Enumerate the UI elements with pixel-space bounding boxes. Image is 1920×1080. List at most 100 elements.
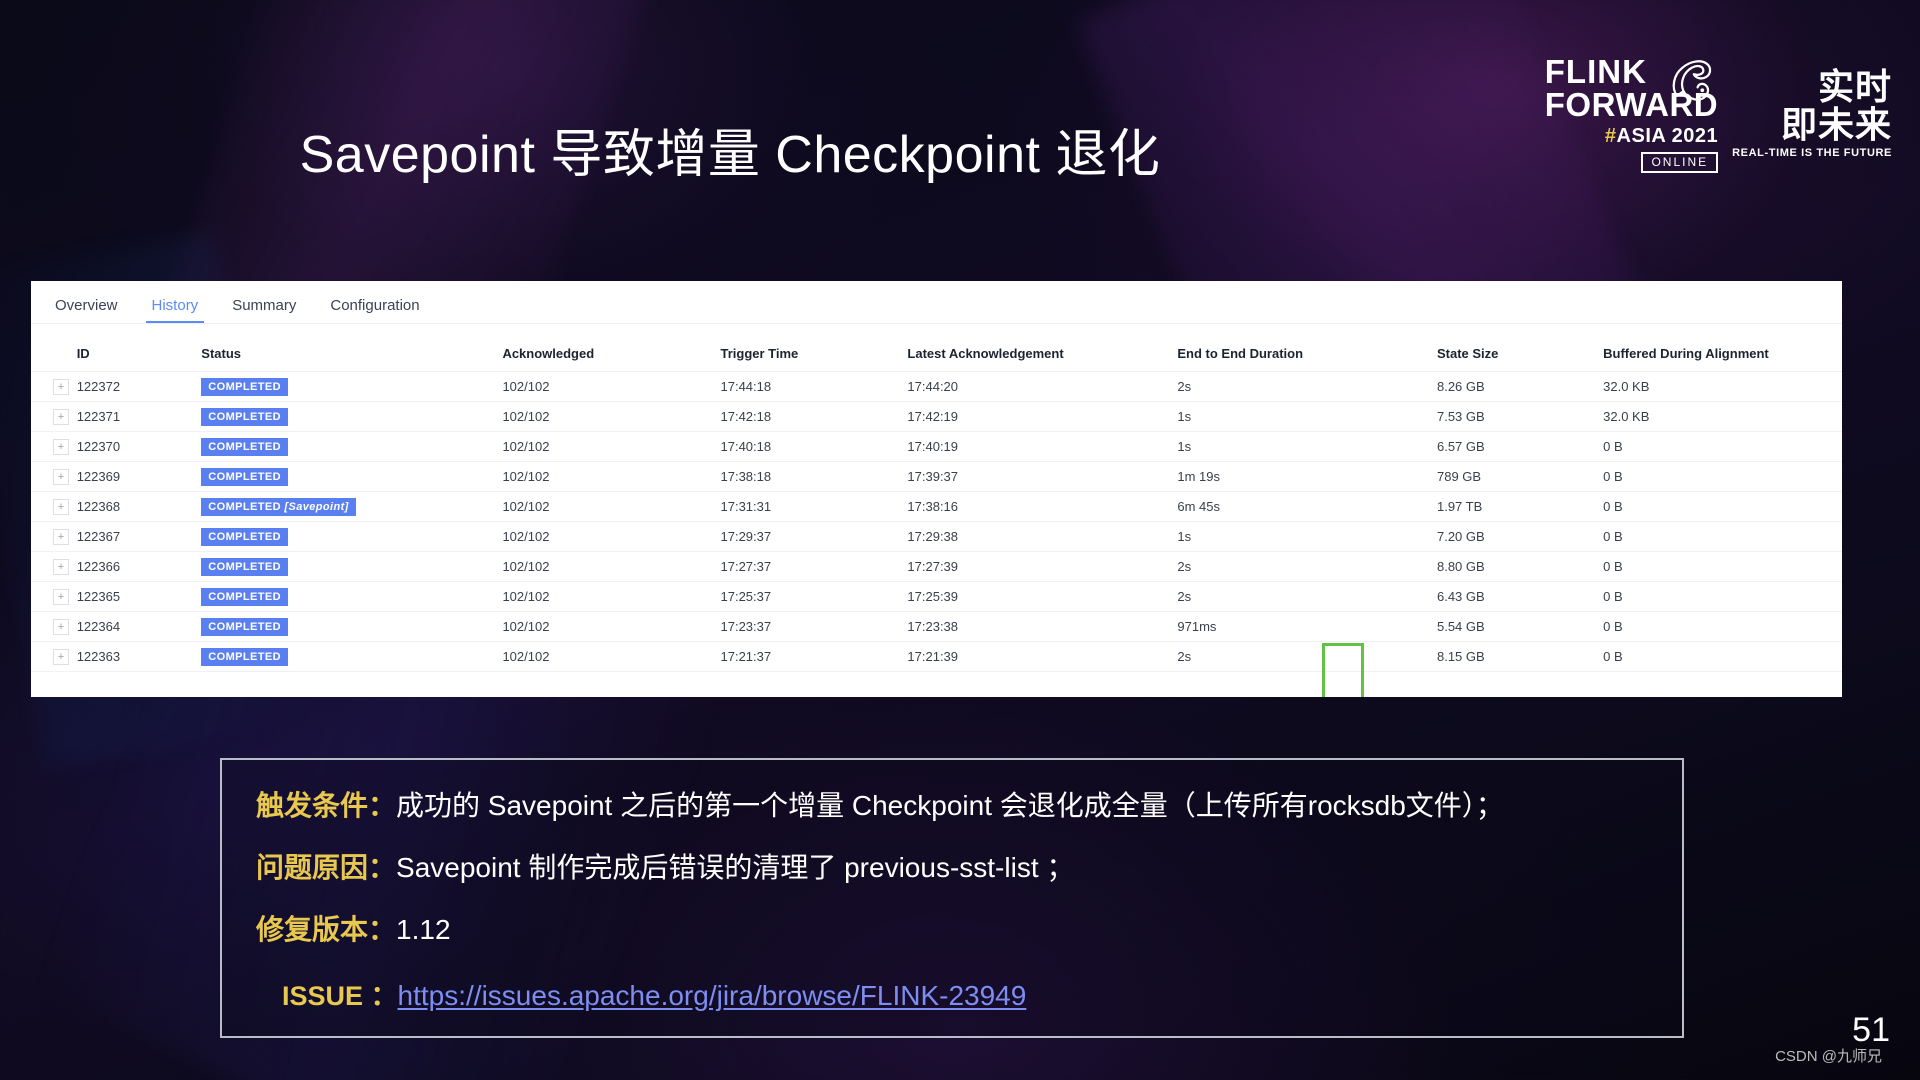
row-expand-button[interactable]: +	[31, 401, 77, 432]
tab-summary[interactable]: Summary	[216, 297, 312, 323]
plus-icon[interactable]: +	[53, 589, 69, 605]
logo-online-badge: ONLINE	[1641, 151, 1719, 173]
squirrel-icon	[1672, 60, 1712, 101]
tab-overview[interactable]: Overview	[39, 297, 134, 323]
cell-state-size: 1.97 TB	[1436, 491, 1604, 522]
cell-state-size: 7.53 GB	[1436, 401, 1604, 432]
cell-latest-acknowledgement: 17:29:38	[907, 521, 1178, 552]
cell-id: 122367	[76, 521, 202, 552]
cell-status: COMPLETED	[201, 551, 503, 582]
note-trigger-label: 触发条件：	[256, 790, 397, 821]
cell-buffered-during-alignment: 0 B	[1603, 461, 1842, 492]
cell-id: 122370	[76, 431, 202, 462]
chinese-slogan-logo: 实时 即未来 REAL-TIME IS THE FUTURE	[1732, 65, 1892, 159]
table-row[interactable]: +122364 COMPLETED 102/102 17:23:37 17:23:38 9…	[31, 611, 1842, 642]
plus-icon[interactable]: +	[53, 559, 69, 575]
row-expand-button[interactable]: +	[31, 461, 77, 492]
cell-state-size: 6.43 GB	[1436, 581, 1604, 612]
hash-icon: #	[1604, 124, 1617, 147]
cell-status: COMPLETED	[201, 581, 503, 612]
cell-buffered-during-alignment: 0 B	[1603, 551, 1842, 582]
cell-id: 122372	[76, 371, 202, 402]
row-expand-button[interactable]: +	[31, 641, 77, 672]
tab-history[interactable]: History	[136, 297, 215, 323]
cell-id: 122363	[76, 641, 202, 672]
cell-latest-acknowledgement: 17:38:16	[907, 491, 1178, 522]
note-cause-text: Savepoint 制作完成后错误的清理了 previous-sst-list …	[396, 852, 1075, 883]
col-latest-acknowledgement[interactable]: Latest Acknowledgement	[907, 324, 1178, 372]
plus-icon[interactable]: +	[53, 499, 69, 515]
notes-box: 触发条件：成功的 Savepoint 之后的第一个增量 Checkpoint 会…	[220, 758, 1684, 1038]
cell-status: COMPLETED	[201, 521, 503, 552]
cell-trigger-time: 17:27:37	[720, 551, 908, 582]
row-expand-button[interactable]: +	[31, 611, 77, 642]
cell-id: 122365	[76, 581, 202, 612]
col-acknowledged[interactable]: Acknowledged	[502, 324, 721, 372]
table-row[interactable]: +122370 COMPLETED 102/102 17:40:18 17:40:19 1…	[31, 431, 1842, 462]
cell-latest-acknowledgement: 17:21:39	[907, 641, 1178, 672]
col-trigger-time[interactable]: Trigger Time	[720, 324, 908, 372]
cell-state-size: 5.54 GB	[1436, 611, 1604, 642]
cell-buffered-during-alignment: 0 B	[1603, 521, 1842, 552]
cell-acknowledged: 102/102	[502, 521, 721, 552]
col-status[interactable]: Status	[201, 324, 503, 372]
plus-icon[interactable]: +	[53, 529, 69, 545]
status-badge: COMPLETED	[201, 647, 288, 666]
table-row[interactable]: +122368 COMPLETED [Savepoint] 102/102 17:31…	[31, 491, 1842, 522]
plus-icon[interactable]: +	[53, 409, 69, 425]
status-badge: COMPLETED	[201, 617, 288, 636]
col-expander	[31, 324, 77, 372]
cell-latest-acknowledgement: 17:40:19	[907, 431, 1178, 462]
table-header-row: ID Status Acknowledged Trigger Time Late…	[31, 324, 1842, 372]
status-badge: COMPLETED	[201, 407, 288, 426]
cell-buffered-during-alignment: 32.0 KB	[1603, 371, 1842, 402]
cell-latest-acknowledgement: 17:39:37	[907, 461, 1178, 492]
cell-state-size: 8.15 GB	[1436, 641, 1604, 672]
col-id[interactable]: ID	[76, 324, 202, 372]
cell-status: COMPLETED	[201, 431, 503, 462]
cell-buffered-during-alignment: 0 B	[1603, 491, 1842, 522]
cell-status: COMPLETED	[201, 371, 503, 402]
plus-icon[interactable]: +	[53, 439, 69, 455]
status-badge: COMPLETED	[201, 527, 288, 546]
col-buffered-during-alignment[interactable]: Buffered During Alignment	[1603, 324, 1842, 372]
issue-link[interactable]: https://issues.apache.org/jira/browse/FL…	[398, 980, 1027, 1011]
note-fix-text: 1.12	[396, 914, 451, 945]
watermark: CSDN @九师兄	[1775, 1048, 1882, 1065]
status-badge: COMPLETED	[201, 437, 288, 456]
row-expand-button[interactable]: +	[31, 551, 77, 582]
table-row[interactable]: +122371 COMPLETED 102/102 17:42:18 17:42:19 1…	[31, 401, 1842, 432]
table-row[interactable]: +122372 COMPLETED 102/102 17:44:18 17:44:20 2…	[31, 371, 1842, 402]
plus-icon[interactable]: +	[53, 379, 69, 395]
cell-trigger-time: 17:31:31	[720, 491, 908, 522]
cell-latest-acknowledgement: 17:44:20	[907, 371, 1178, 402]
row-expand-button[interactable]: +	[31, 581, 77, 612]
row-expand-button[interactable]: +	[31, 371, 77, 402]
plus-icon[interactable]: +	[53, 619, 69, 635]
col-end-to-end-duration[interactable]: End to End Duration	[1177, 324, 1437, 372]
cell-acknowledged: 102/102	[502, 491, 721, 522]
cell-end-to-end-duration: 2s	[1177, 551, 1437, 582]
cell-end-to-end-duration: 971ms	[1177, 611, 1437, 642]
status-badge: COMPLETED [Savepoint]	[201, 497, 356, 516]
table-row[interactable]: +122365 COMPLETED 102/102 17:25:37 17:25:39 2…	[31, 581, 1842, 612]
note-root-cause: 问题原因：Savepoint 制作完成后错误的清理了 previous-sst-…	[256, 846, 1682, 886]
plus-icon[interactable]: +	[53, 469, 69, 485]
col-state-size[interactable]: State Size	[1436, 324, 1604, 372]
plus-icon[interactable]: +	[53, 649, 69, 665]
table-row[interactable]: +122367 COMPLETED 102/102 17:29:37 17:29:38 1…	[31, 521, 1842, 552]
cell-id: 122369	[76, 461, 202, 492]
table-row[interactable]: +122366 COMPLETED 102/102 17:27:37 17:27:39 2…	[31, 551, 1842, 582]
tab-configuration[interactable]: Configuration	[314, 297, 435, 323]
row-expand-button[interactable]: +	[31, 521, 77, 552]
row-expand-button[interactable]: +	[31, 431, 77, 462]
slogan-tagline: REAL-TIME IS THE FUTURE	[1732, 146, 1892, 159]
cell-latest-acknowledgement: 17:27:39	[907, 551, 1178, 582]
row-expand-button[interactable]: +	[31, 491, 77, 522]
slogan-line-1: 实时	[1817, 65, 1892, 107]
cell-end-to-end-duration: 1s	[1177, 431, 1437, 462]
cell-status: COMPLETED	[201, 401, 503, 432]
table-row[interactable]: +122363 COMPLETED 102/102 17:21:37 17:21:39 2…	[31, 641, 1842, 672]
table-row[interactable]: +122369 COMPLETED 102/102 17:38:18 17:39:37 1…	[31, 461, 1842, 492]
cell-state-size: 6.57 GB	[1436, 431, 1604, 462]
